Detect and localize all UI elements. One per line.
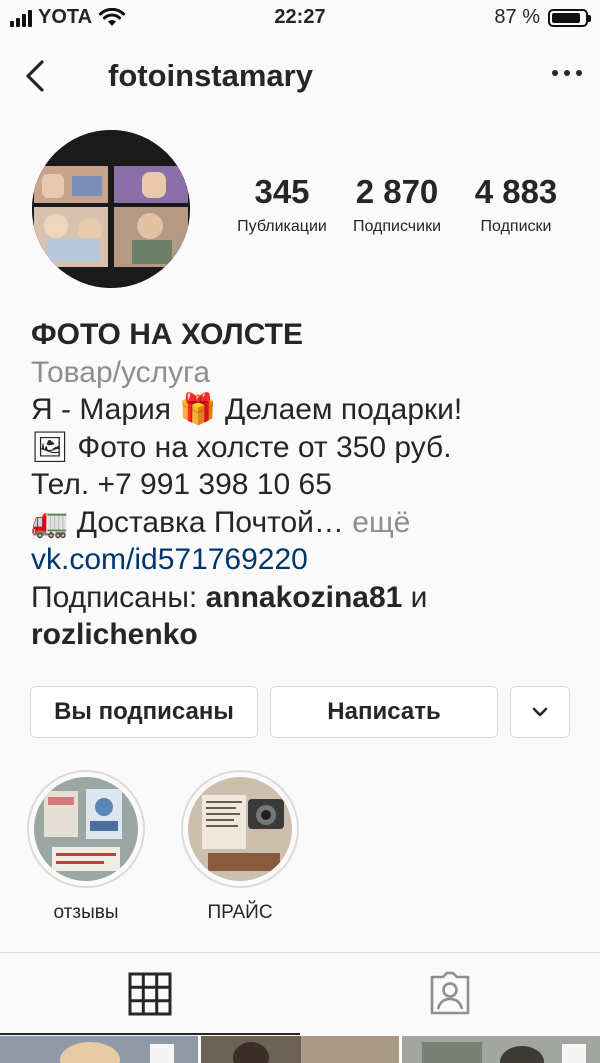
suggested-dropdown-button[interactable] bbox=[510, 686, 570, 738]
stat-label: Подписки bbox=[480, 218, 552, 235]
delivery-truck-icon: 🚛 bbox=[31, 504, 69, 540]
followed-by-user[interactable]: annakozina81 bbox=[206, 581, 403, 614]
highlight-cover bbox=[188, 777, 292, 881]
bio-line: Я - Мария 🎁 Делаем подарки! bbox=[31, 391, 591, 429]
chevron-left-icon bbox=[26, 60, 44, 92]
stat-label: Подписчики bbox=[352, 218, 441, 235]
bio-website-link[interactable]: vk.com/id571769220 bbox=[31, 541, 591, 579]
post-thumbnail[interactable] bbox=[402, 1036, 600, 1063]
stat-value: 2 870 bbox=[355, 173, 439, 210]
grid-icon bbox=[128, 972, 172, 1016]
followed-by-user[interactable]: rozlichenko bbox=[31, 616, 591, 654]
tab-posts-grid[interactable] bbox=[0, 953, 300, 1035]
profile-header: fotoinstamary bbox=[0, 48, 600, 108]
framed-picture-icon: 🖼 bbox=[31, 429, 70, 465]
followed-by-prefix: Подписаны: bbox=[31, 580, 206, 614]
stat-value: 4 883 bbox=[474, 173, 558, 210]
bio-text: Доставка Почтой… bbox=[68, 505, 344, 539]
followed-by: Подписаны: annakozina81 и bbox=[31, 579, 591, 617]
highlight-label: ПРАЙС bbox=[207, 902, 273, 923]
followers-count[interactable]: 2 870 Подписчики bbox=[338, 170, 456, 236]
post-thumbnail[interactable] bbox=[0, 1036, 198, 1063]
highlight-cover bbox=[34, 777, 138, 881]
stat-value: 345 bbox=[254, 173, 310, 210]
profile-username: fotoinstamary bbox=[108, 58, 313, 93]
following-button[interactable]: Вы подписаны bbox=[30, 686, 258, 738]
posts-count[interactable]: 345 Публикации bbox=[226, 170, 338, 236]
chevron-down-icon bbox=[532, 707, 548, 717]
following-count[interactable]: 4 883 Подписки bbox=[456, 170, 576, 236]
bio-more-link[interactable]: ещё bbox=[344, 506, 410, 539]
avatar-image bbox=[32, 130, 190, 288]
profile-bio: ФОТО НА ХОЛСТЕ Товар/услуга Я - Мария 🎁 … bbox=[31, 316, 591, 654]
profile-stats: 345 Публикации 2 870 Подписчики 4 883 По… bbox=[226, 170, 576, 236]
profile-avatar[interactable] bbox=[32, 130, 190, 288]
highlight-ring bbox=[27, 770, 145, 888]
bio-line: 🖼 Фото на холсте от 350 руб. bbox=[31, 429, 591, 467]
bio-text: Фото на холсте от 350 руб. bbox=[69, 430, 452, 464]
battery-percent: 87 % bbox=[494, 6, 540, 28]
profile-category: Товар/услуга bbox=[31, 355, 211, 389]
active-tab-indicator bbox=[0, 1033, 300, 1035]
highlight-price[interactable]: ПРАЙС bbox=[180, 770, 300, 924]
highlight-reviews[interactable]: отзывы bbox=[26, 770, 146, 924]
highlight-label: отзывы bbox=[53, 902, 119, 923]
back-button[interactable] bbox=[20, 54, 60, 98]
bio-phone: Тел. +7 991 398 10 65 bbox=[31, 468, 332, 501]
battery-info: 87 % bbox=[494, 6, 591, 29]
status-bar: YOTA 22:27 87 % bbox=[0, 0, 600, 40]
bio-text: Делаем подарки! bbox=[216, 393, 463, 426]
highlight-ring bbox=[181, 770, 299, 888]
bio-text: Я - Мария bbox=[31, 393, 180, 426]
more-horizontal-icon bbox=[552, 70, 558, 76]
tagged-person-icon bbox=[430, 971, 470, 1015]
gift-icon: 🎁 bbox=[179, 392, 217, 427]
profile-name: ФОТО НА ХОЛСТЕ bbox=[31, 318, 303, 351]
battery-icon bbox=[548, 8, 591, 27]
more-options-button[interactable] bbox=[552, 70, 582, 76]
message-button[interactable]: Написать bbox=[270, 686, 498, 738]
tab-tagged[interactable] bbox=[300, 953, 600, 1035]
bio-line: 🚛 Доставка Почтой… ещё bbox=[31, 504, 591, 542]
post-thumbnail[interactable] bbox=[201, 1036, 399, 1063]
stat-label: Публикации bbox=[237, 218, 327, 235]
followed-by-and: и bbox=[402, 580, 428, 614]
